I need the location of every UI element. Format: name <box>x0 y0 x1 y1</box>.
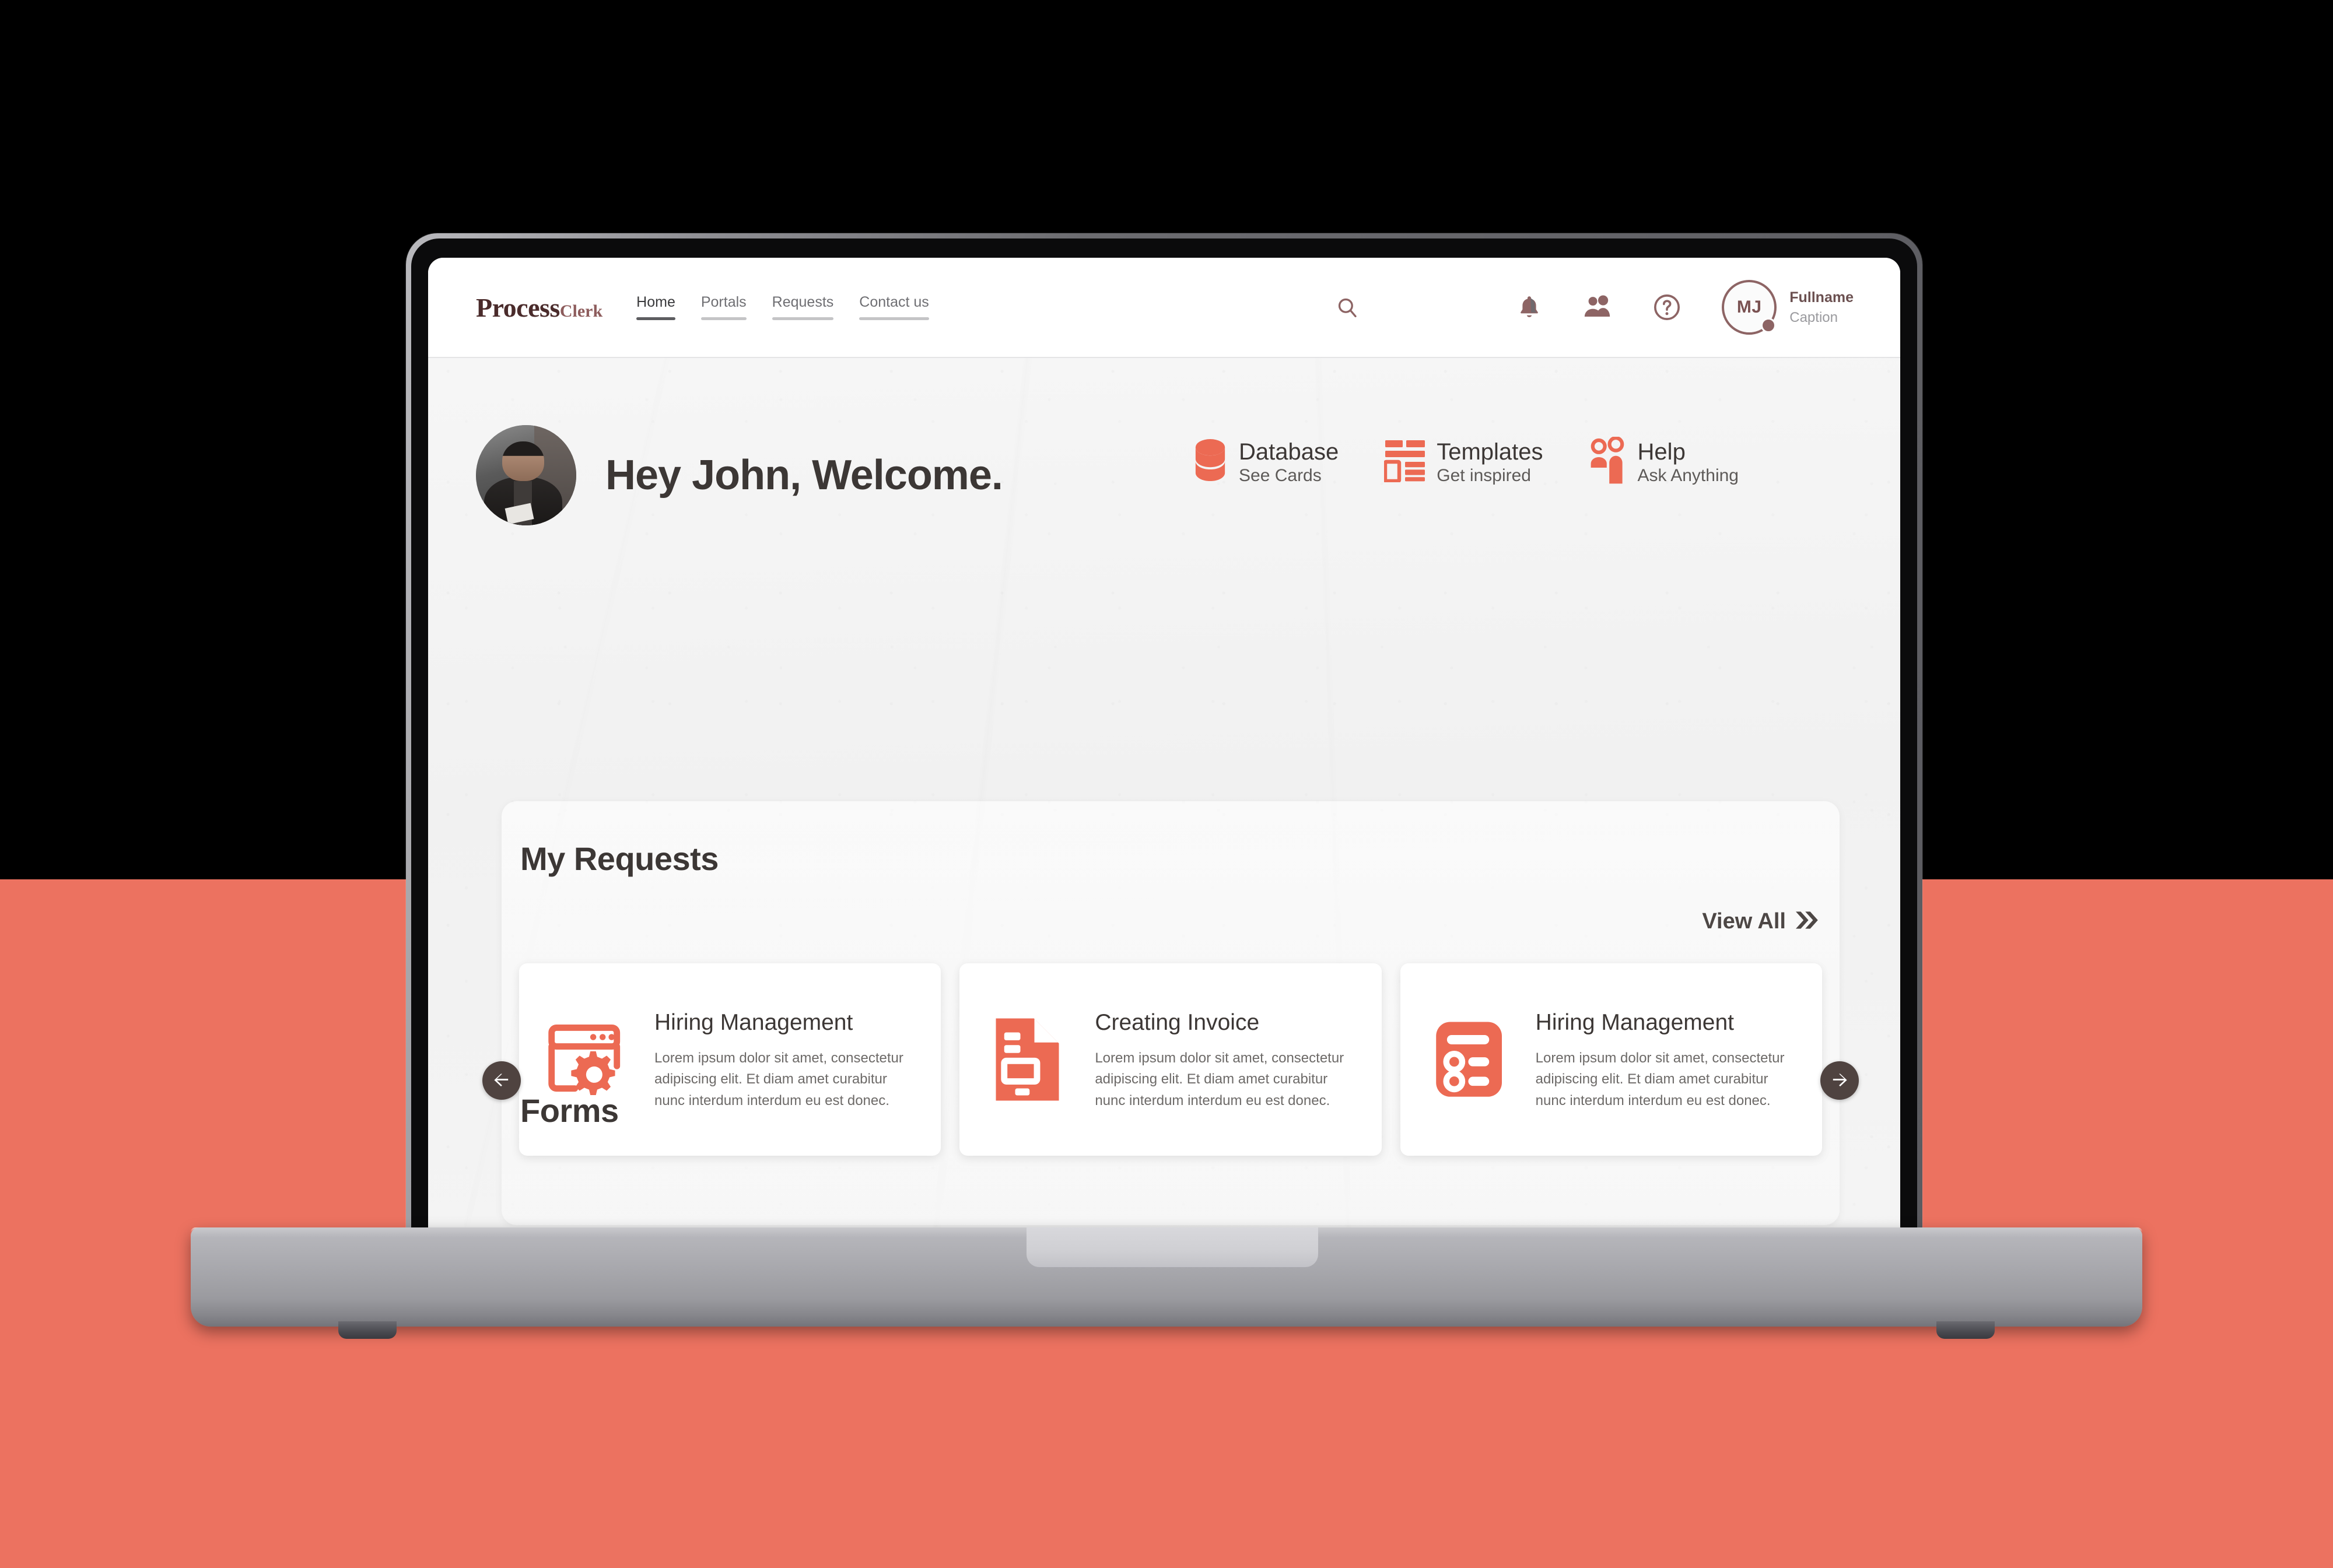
quick-action-templates[interactable]: Templates Get inspired <box>1383 437 1543 487</box>
avatar: MJ <box>1722 280 1777 335</box>
quick-action-help[interactable]: Help Ask Anything <box>1589 436 1739 487</box>
request-card-description: Lorem ipsum dolor sit amet, consectetur … <box>1095 1050 1344 1109</box>
user-text: Fullname Caption <box>1789 289 1854 326</box>
brand-logo-main: Process <box>476 292 560 322</box>
checklist-icon <box>1423 1019 1516 1100</box>
laptop-foot-right <box>1936 1321 1995 1339</box>
search-icon[interactable] <box>1326 286 1368 328</box>
app-header: ProcessClerk Home Portals Requests Conta… <box>428 258 1900 358</box>
laptop-foot-left <box>338 1321 397 1339</box>
quick-action-database-subtitle: See Cards <box>1239 465 1322 485</box>
request-card-title: Creating Invoice <box>1095 1009 1260 1035</box>
arrow-left-icon <box>492 1069 512 1092</box>
quick-action-database[interactable]: Database See Cards <box>1192 437 1339 487</box>
quick-action-help-title: Help <box>1637 439 1686 465</box>
database-icon <box>1192 437 1228 487</box>
header-actions: MJ Fullname Caption <box>1326 280 1854 335</box>
request-card-list: Hiring Management Lorem ipsum dolor sit … <box>519 963 1822 1156</box>
page-body: Hey John, Welcome. Database See Cards Te… <box>428 358 1900 1236</box>
invoice-document-icon <box>982 1016 1075 1103</box>
help-icon[interactable] <box>1646 286 1688 328</box>
carousel-next-button[interactable] <box>1820 1061 1859 1100</box>
request-card[interactable]: Hiring Management Lorem ipsum dolor sit … <box>1400 963 1822 1156</box>
view-all-button[interactable]: View All <box>1702 909 1820 934</box>
page-title: Hey John, Welcome. <box>605 452 1003 499</box>
my-requests-panel: My Requests View All Hiring Management L… <box>482 801 1859 1225</box>
status-dot <box>1761 318 1777 333</box>
user-fullname: Fullname <box>1789 289 1854 306</box>
user-caption: Caption <box>1789 309 1838 325</box>
notification-bell-icon[interactable] <box>1508 286 1550 328</box>
header-icon-cluster <box>1508 286 1688 328</box>
section-title-forms: Forms <box>520 1092 619 1129</box>
laptop-base-notch <box>1027 1227 1318 1267</box>
quick-action-help-subtitle: Ask Anything <box>1637 465 1739 485</box>
request-card-description: Lorem ipsum dolor sit amet, consectetur … <box>654 1050 903 1109</box>
help-people-icon <box>1589 436 1627 487</box>
brand-logo-sub: Clerk <box>559 301 603 321</box>
main-nav: Home Portals Requests Contact us <box>636 294 929 321</box>
nav-item-requests[interactable]: Requests <box>772 294 833 321</box>
request-card[interactable]: Creating Invoice Lorem ipsum dolor sit a… <box>959 963 1382 1156</box>
laptop-mockup: ProcessClerk Home Portals Requests Conta… <box>406 233 1922 1236</box>
brand-logo[interactable]: ProcessClerk <box>476 292 602 323</box>
arrow-right-icon <box>1830 1069 1849 1092</box>
nav-item-contact-us[interactable]: Contact us <box>859 294 929 321</box>
double-chevron-right-icon <box>1794 910 1820 933</box>
quick-action-database-title: Database <box>1239 439 1339 465</box>
view-all-label: View All <box>1702 909 1786 934</box>
user-profile-menu[interactable]: MJ Fullname Caption <box>1722 280 1854 335</box>
nav-item-portals[interactable]: Portals <box>700 294 747 321</box>
browser-gear-icon <box>541 1019 635 1100</box>
laptop-screen: ProcessClerk Home Portals Requests Conta… <box>428 258 1900 1236</box>
hero-profile-photo <box>476 425 576 525</box>
request-card-title: Hiring Management <box>654 1009 853 1035</box>
section-title-my-requests: My Requests <box>520 840 719 877</box>
quick-action-templates-subtitle: Get inspired <box>1437 465 1531 485</box>
templates-icon <box>1383 439 1426 485</box>
request-card-title: Hiring Management <box>1535 1009 1734 1035</box>
nav-item-home[interactable]: Home <box>636 294 675 321</box>
carousel-prev-button[interactable] <box>482 1061 521 1100</box>
people-icon[interactable] <box>1577 286 1619 328</box>
quick-action-templates-title: Templates <box>1437 439 1543 465</box>
quick-actions: Database See Cards Templates Get inspire… <box>1192 436 1739 487</box>
request-card-description: Lorem ipsum dolor sit amet, consectetur … <box>1535 1050 1785 1109</box>
